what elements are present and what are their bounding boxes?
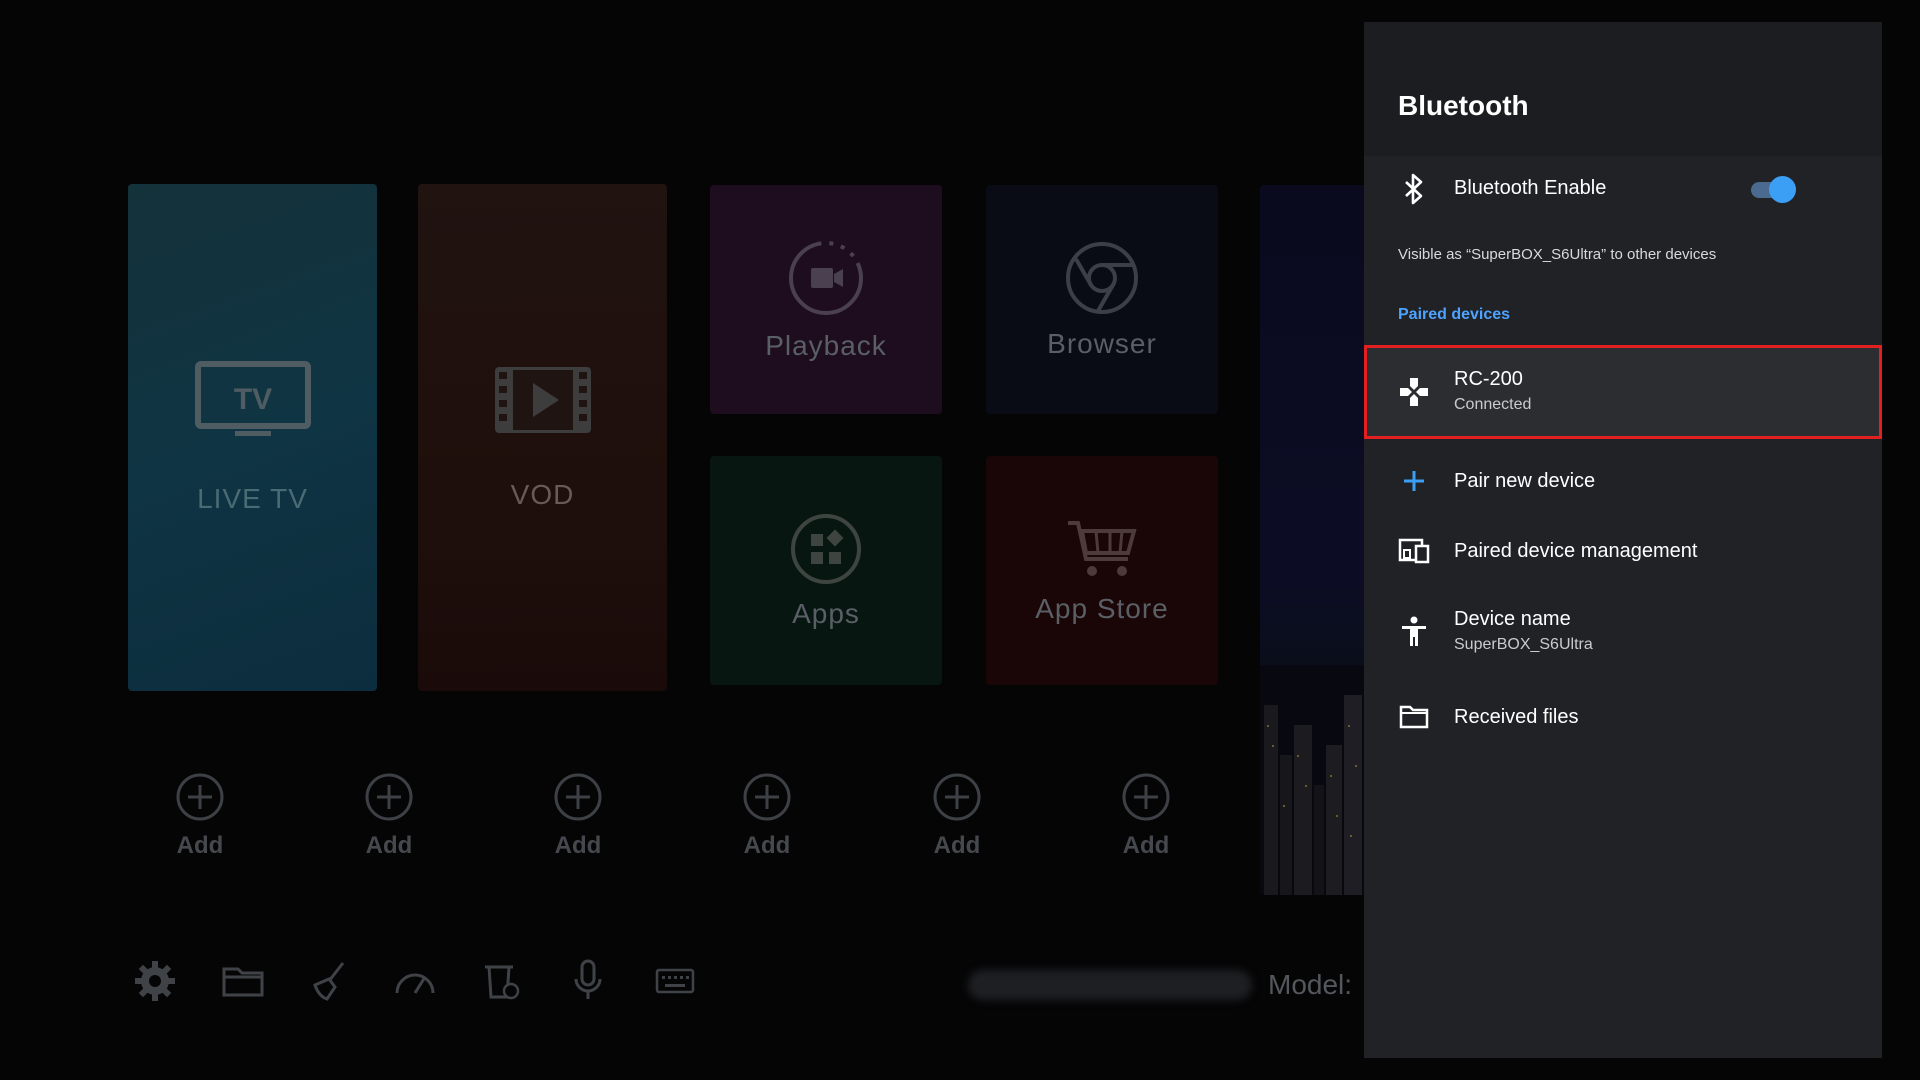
broom-icon[interactable] (306, 958, 352, 1004)
add-circle-icon (554, 773, 602, 821)
bluetooth-icon (1398, 173, 1430, 205)
paired-device-rc-200[interactable]: RC-200 Connected (1364, 345, 1882, 439)
pair-new-device-row[interactable]: Pair new device (1364, 446, 1882, 516)
add-label: Add (933, 832, 981, 859)
tile-apps[interactable]: Apps (710, 456, 942, 685)
bluetooth-panel: Bluetooth Bluetooth Enable Visible as “S… (1364, 22, 1882, 1058)
blurred-info (968, 970, 1252, 1000)
gamepad-icon (1398, 376, 1430, 408)
tv-icon: TV (194, 360, 311, 439)
device-name-row[interactable]: Device name SuperBOX_S6Ultra (1364, 588, 1882, 678)
received-files-row[interactable]: Received files (1364, 682, 1882, 752)
add-slot[interactable]: Add (717, 772, 817, 860)
shopping-cart-icon (1066, 517, 1138, 581)
add-circle-icon (1122, 773, 1170, 821)
tile-vod[interactable]: VOD (418, 184, 667, 691)
bluetooth-enable-label: Bluetooth Enable (1454, 177, 1607, 199)
page-title: Bluetooth (1398, 90, 1529, 121)
add-label: Add (176, 832, 224, 859)
add-label: Add (365, 832, 413, 859)
add-slot[interactable]: Add (907, 772, 1007, 860)
pair-new-device-label: Pair new device (1454, 470, 1596, 492)
tile-wallpaper[interactable] (1260, 185, 1365, 895)
gear-icon[interactable] (132, 958, 178, 1004)
add-circle-icon (176, 773, 224, 821)
devices-icon (1398, 535, 1430, 567)
device-status: Connected (1454, 396, 1532, 413)
svg-text:TV: TV (233, 383, 271, 416)
tile-playback[interactable]: Playback (710, 185, 942, 414)
microphone-icon[interactable] (565, 958, 611, 1004)
add-circle-icon (933, 773, 981, 821)
bluetooth-enable-row[interactable]: Bluetooth Enable (1364, 156, 1882, 222)
add-circle-icon (743, 773, 791, 821)
tile-label-playback: Playback (765, 329, 887, 361)
add-circle-icon (365, 773, 413, 821)
add-slot[interactable]: Add (528, 772, 628, 860)
plus-icon (1398, 465, 1430, 497)
toggle-thumb (1769, 176, 1796, 203)
tile-label-live-tv: LIVE TV (197, 482, 308, 514)
panel-body: Bluetooth Enable Visible as “SuperBOX_S6… (1364, 156, 1882, 1058)
panel-header: Bluetooth (1364, 22, 1882, 156)
received-files-label: Received files (1454, 706, 1579, 728)
paired-devices-header: Paired devices (1398, 306, 1511, 323)
accessibility-person-icon (1398, 616, 1430, 648)
tile-live-tv[interactable]: TV LIVE TV (128, 184, 377, 691)
apps-grid-icon (789, 512, 863, 586)
folder-icon[interactable] (220, 958, 266, 1004)
video-camera-circle-icon (786, 238, 866, 318)
tile-label-apps: Apps (792, 597, 860, 629)
film-play-icon (493, 365, 593, 435)
add-label: Add (554, 832, 602, 859)
chrome-icon (1064, 240, 1140, 316)
add-slot[interactable]: Add (150, 772, 250, 860)
tile-label-browser: Browser (1047, 327, 1157, 359)
trash-clock-icon[interactable] (478, 958, 524, 1004)
device-name-label: Device name (1454, 608, 1571, 630)
add-label: Add (743, 832, 791, 859)
add-slot[interactable]: Add (1096, 772, 1196, 860)
visibility-note: Visible as “SuperBOX_S6Ultra” to other d… (1398, 246, 1717, 263)
paired-device-management-row[interactable]: Paired device management (1364, 516, 1882, 586)
tile-label-vod: VOD (510, 478, 575, 510)
folder-icon (1398, 701, 1430, 733)
city-skyline-image (1260, 665, 1365, 895)
tile-browser[interactable]: Browser (986, 185, 1218, 414)
model-label: Model: (1268, 969, 1353, 1000)
add-label: Add (1122, 832, 1170, 859)
device-name: RC-200 (1454, 368, 1523, 390)
add-slot[interactable]: Add (339, 772, 439, 860)
paired-device-management-label: Paired device management (1454, 540, 1698, 562)
speedometer-icon[interactable] (392, 958, 438, 1004)
keyboard-icon[interactable] (652, 958, 698, 1004)
bluetooth-toggle[interactable] (1751, 176, 1796, 203)
tile-app-store[interactable]: App Store (986, 456, 1218, 685)
tile-label-app-store: App Store (1035, 592, 1169, 624)
device-name-value: SuperBOX_S6Ultra (1454, 636, 1593, 653)
